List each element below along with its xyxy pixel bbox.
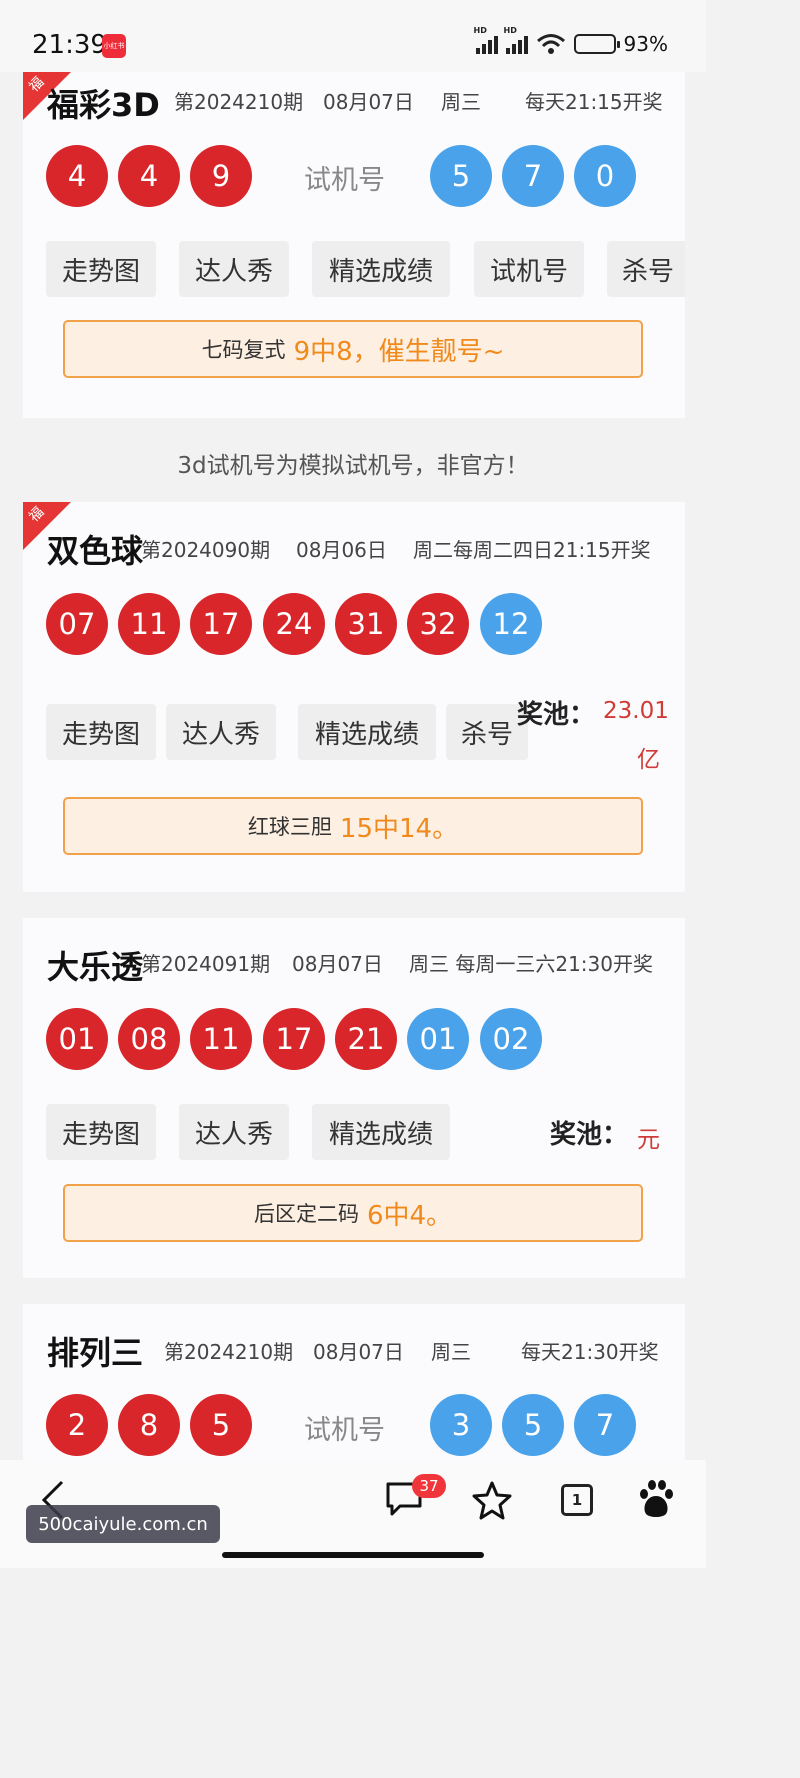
selected-results-button[interactable]: 精选成绩 — [312, 1104, 450, 1160]
red-ball: 11 — [190, 1008, 252, 1070]
source-watermark: 500caiyule.com.cn — [26, 1505, 220, 1543]
draw-weekday: 周三 — [441, 90, 481, 114]
blue-ball: 01 — [407, 1008, 469, 1070]
draw-schedule: 周三 每周一三六21:30开奖 — [409, 952, 653, 976]
expert-show-button[interactable]: 达人秀 — [179, 1104, 289, 1160]
ssq-card[interactable]: 福 双色球 第2024090期 08月06日 周二每周二四日21:15开奖 07… — [23, 502, 685, 892]
promo-banner[interactable]: 七码复式 9中8，催生靓号~ — [63, 320, 643, 378]
red-ball: 11 — [118, 593, 180, 655]
red-ball: 17 — [263, 1008, 325, 1070]
draw-date: 08月07日 — [313, 1340, 404, 1364]
red-ball: 2 — [46, 1394, 108, 1456]
expert-show-button[interactable]: 达人秀 — [179, 241, 289, 297]
trial-number-label: 试机号 — [304, 1415, 385, 1446]
red-ball: 9 — [190, 145, 252, 207]
banner-label: 七码复式 — [201, 338, 286, 362]
status-bar: 21:39 小红书 HD HD 93% — [0, 0, 706, 72]
lottery-name: 双色球 — [47, 532, 144, 570]
trial-number-label: 试机号 — [304, 165, 385, 196]
trial-ball: 7 — [502, 145, 564, 207]
draw-weekday: 周三 — [431, 1340, 471, 1364]
issue-number: 第2024210期 — [174, 90, 304, 114]
red-ball: 4 — [118, 145, 180, 207]
banner-highlight: 9中8，催生靓号~ — [293, 336, 505, 367]
draw-schedule: 每天21:30开奖 — [521, 1340, 659, 1364]
xiaohongshu-app-icon: 小红书 — [102, 34, 126, 58]
trial-ball: 0 — [574, 145, 636, 207]
prize-pool-label: 奖池： — [550, 1120, 629, 1150]
draw-schedule: 周二每周二四日21:15开奖 — [413, 538, 651, 562]
fc3d-card[interactable]: 福 福彩3D 第2024210期 08月07日 周三 每天21:15开奖 4 4… — [23, 72, 685, 418]
prize-pool-unit: 亿 — [637, 747, 660, 773]
signal-icon: HD — [474, 26, 498, 54]
kill-number-button[interactable]: 杀号 — [607, 241, 685, 297]
red-ball: 31 — [335, 593, 397, 655]
trend-chart-button[interactable]: 走势图 — [46, 241, 156, 297]
dlt-card[interactable]: 大乐透 第2024091期 08月07日 周三 每周一三六21:30开奖 01 … — [23, 918, 685, 1278]
red-ball: 17 — [190, 593, 252, 655]
kill-number-button[interactable]: 杀号 — [446, 704, 528, 760]
red-ball: 08 — [118, 1008, 180, 1070]
corner-tag-label: 福 — [26, 74, 48, 96]
trial-ball: 7 — [574, 1394, 636, 1456]
status-indicators: HD HD 93% — [474, 26, 668, 56]
trend-chart-button[interactable]: 走势图 — [46, 704, 156, 760]
lottery-name: 排列三 — [47, 1334, 144, 1372]
prize-pool-label: 奖池： — [517, 700, 596, 730]
trend-chart-button[interactable]: 走势图 — [46, 1104, 156, 1160]
status-time: 21:39 — [32, 30, 107, 60]
banner-highlight: 15中14。 — [339, 813, 459, 844]
issue-number: 第2024090期 — [141, 538, 271, 562]
expert-show-button[interactable]: 达人秀 — [166, 704, 276, 760]
tab-count-icon[interactable]: 1 — [561, 1484, 593, 1516]
banner-highlight: 6中4。 — [366, 1200, 453, 1231]
trial-number-button[interactable]: 试机号 — [474, 241, 584, 297]
draw-schedule: 每天21:15开奖 — [525, 90, 663, 114]
banner-label: 后区定二码 — [253, 1202, 359, 1226]
draw-date: 08月07日 — [292, 952, 383, 976]
paw-icon[interactable] — [636, 1478, 676, 1520]
star-icon[interactable] — [472, 1480, 512, 1520]
battery-percent: 93% — [623, 32, 668, 56]
red-ball: 5 — [190, 1394, 252, 1456]
red-ball: 4 — [46, 145, 108, 207]
red-ball: 24 — [263, 593, 325, 655]
trial-ball: 3 — [430, 1394, 492, 1456]
draw-date: 08月06日 — [296, 538, 387, 562]
red-ball: 32 — [407, 593, 469, 655]
draw-date: 08月07日 — [323, 90, 414, 114]
blue-ball: 12 — [480, 593, 542, 655]
lottery-name: 大乐透 — [47, 948, 144, 986]
comment-count-badge: 37 — [412, 1474, 446, 1498]
battery-icon — [573, 34, 620, 54]
corner-tag-label: 福 — [26, 504, 48, 526]
lottery-name: 福彩3D — [47, 86, 160, 124]
trial-ball: 5 — [502, 1394, 564, 1456]
red-ball: 01 — [46, 1008, 108, 1070]
selected-results-button[interactable]: 精选成绩 — [312, 241, 450, 297]
red-ball: 07 — [46, 593, 108, 655]
trial-ball: 5 — [430, 145, 492, 207]
disclaimer-notice: 3d试机号为模拟试机号，非官方！ — [177, 453, 529, 479]
prize-pool-value: 23.01 — [603, 698, 669, 724]
banner-label: 红球三胆 — [247, 815, 332, 839]
pl3-card[interactable]: 排列三 第2024210期 08月07日 周三 每天21:30开奖 2 8 5 … — [23, 1304, 685, 1460]
signal-icon: HD — [504, 26, 528, 54]
red-ball: 8 — [118, 1394, 180, 1456]
wifi-icon — [536, 34, 565, 54]
home-indicator[interactable] — [222, 1552, 484, 1558]
prize-pool-value: 元 — [637, 1127, 660, 1153]
issue-number: 第2024091期 — [141, 952, 271, 976]
selected-results-button[interactable]: 精选成绩 — [298, 704, 436, 760]
signal-hd-label: HD — [473, 26, 487, 35]
promo-banner[interactable]: 红球三胆 15中14。 — [63, 797, 643, 855]
issue-number: 第2024210期 — [164, 1340, 294, 1364]
signal-hd-label: HD — [503, 26, 517, 35]
red-ball: 21 — [335, 1008, 397, 1070]
promo-banner[interactable]: 后区定二码 6中4。 — [63, 1184, 643, 1242]
blue-ball: 02 — [480, 1008, 542, 1070]
